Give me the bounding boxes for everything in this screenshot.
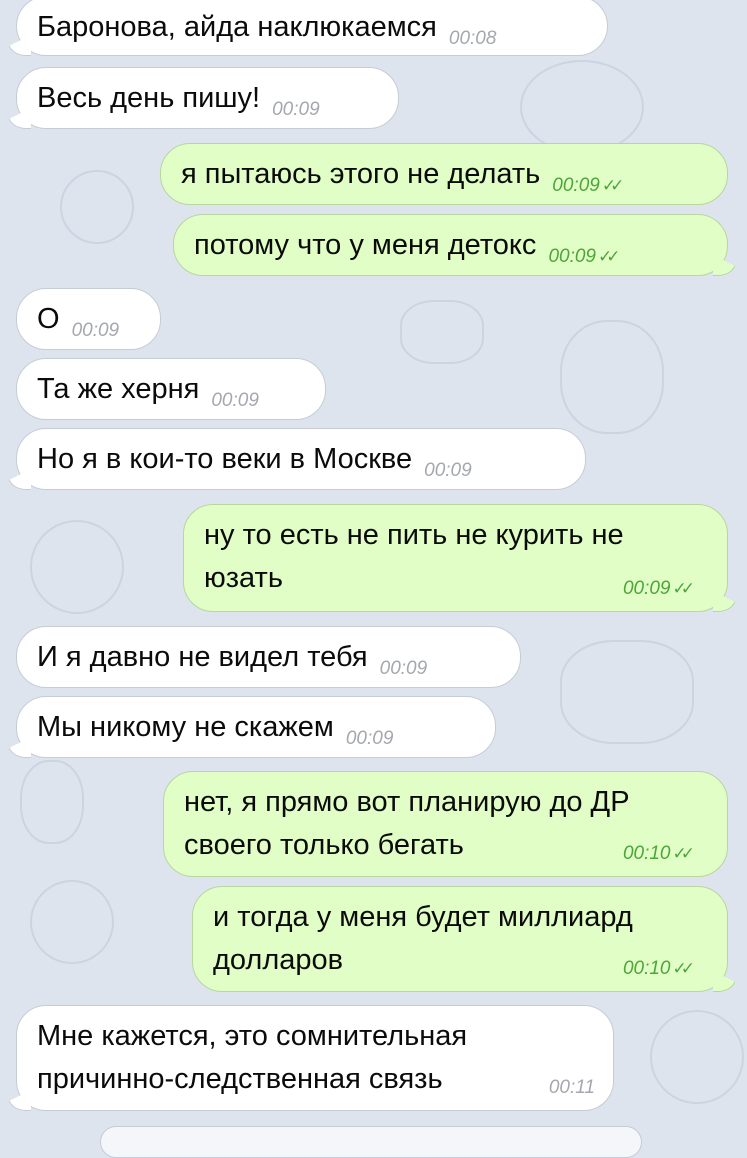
message-outgoing[interactable]: я пытаюсь этого не делать 00:09 ✓✓ <box>160 143 728 205</box>
message-text: я пытаюсь этого не делать <box>181 158 541 190</box>
message-text: потому что у меня детокс <box>194 229 537 261</box>
message-time: 00:09 <box>379 658 428 679</box>
message-text: нет, я прямо вот планирую до ДР своего т… <box>184 786 630 861</box>
message-text: ну то есть не пить не курить не юзать <box>204 519 624 594</box>
message-time: 00:08 <box>448 28 497 49</box>
message-time: 00:11 <box>548 1077 595 1098</box>
background-doodle <box>650 1010 744 1104</box>
message-text: Мы никому не скажем <box>37 711 334 743</box>
background-doodle <box>520 60 644 154</box>
message-time: 00:09 <box>424 460 472 481</box>
message-input[interactable] <box>100 1126 642 1158</box>
message-outgoing[interactable]: потому что у меня детокс 00:09 ✓✓ <box>173 214 736 276</box>
background-doodle <box>30 880 114 964</box>
background-doodle <box>400 300 484 364</box>
message-time: 00:10 ✓✓ <box>622 843 695 864</box>
message-text: Весь день пишу! <box>37 82 261 114</box>
message-time: 00:09 <box>211 390 259 411</box>
message-time: 00:09 <box>71 320 120 341</box>
message-time: 00:09 <box>272 99 320 120</box>
message-time: 00:09 <box>345 728 394 749</box>
message-outgoing[interactable]: нет, я прямо вот планирую до ДР своего т… <box>163 771 728 877</box>
message-text: Та же херня <box>37 373 200 405</box>
message-incoming[interactable]: О 00:09 <box>16 288 161 350</box>
double-check-icon: ✓✓ <box>601 176 624 195</box>
background-doodle <box>60 170 134 244</box>
message-time: 00:10 ✓✓ <box>622 958 695 979</box>
double-check-icon: ✓✓ <box>672 844 695 863</box>
background-doodle <box>560 640 694 744</box>
message-text: Баронова, айда наклюкаемся <box>37 11 437 43</box>
double-check-icon: ✓✓ <box>597 247 620 266</box>
message-incoming[interactable]: Но я в кои-то веки в Москве 00:09 <box>8 428 586 490</box>
message-incoming[interactable]: Мы никому не скажем 00:09 <box>8 696 496 758</box>
background-doodle <box>20 760 84 844</box>
message-text: Мне кажется, это сомнительная причинно-с… <box>37 1020 468 1095</box>
message-outgoing[interactable]: и тогда у меня будет миллиард долларов 0… <box>192 886 736 992</box>
message-incoming[interactable]: Весь день пишу! 00:09 <box>8 67 399 129</box>
message-text: и тогда у меня будет миллиард долларов <box>213 901 633 976</box>
message-text: И я давно не видел тебя <box>37 641 368 673</box>
background-doodle <box>560 320 664 434</box>
message-outgoing[interactable]: ну то есть не пить не курить не юзать 00… <box>183 504 736 612</box>
message-incoming[interactable]: Мне кажется, это сомнительная причинно-с… <box>8 1005 614 1111</box>
double-check-icon: ✓✓ <box>672 959 695 978</box>
message-incoming[interactable]: И я давно не видел тебя 00:09 <box>16 626 521 688</box>
message-time: 00:09 ✓✓ <box>552 175 624 196</box>
message-incoming[interactable]: Баронова, айда наклюкаемся 00:08 <box>8 0 608 56</box>
message-time: 00:09 ✓✓ <box>548 246 620 267</box>
message-incoming[interactable]: Та же херня 00:09 <box>16 358 326 420</box>
double-check-icon: ✓✓ <box>672 579 695 598</box>
message-text: О <box>37 303 60 335</box>
message-time: 00:09 ✓✓ <box>622 578 695 599</box>
background-doodle <box>30 520 124 614</box>
message-text: Но я в кои-то веки в Москве <box>37 443 413 475</box>
